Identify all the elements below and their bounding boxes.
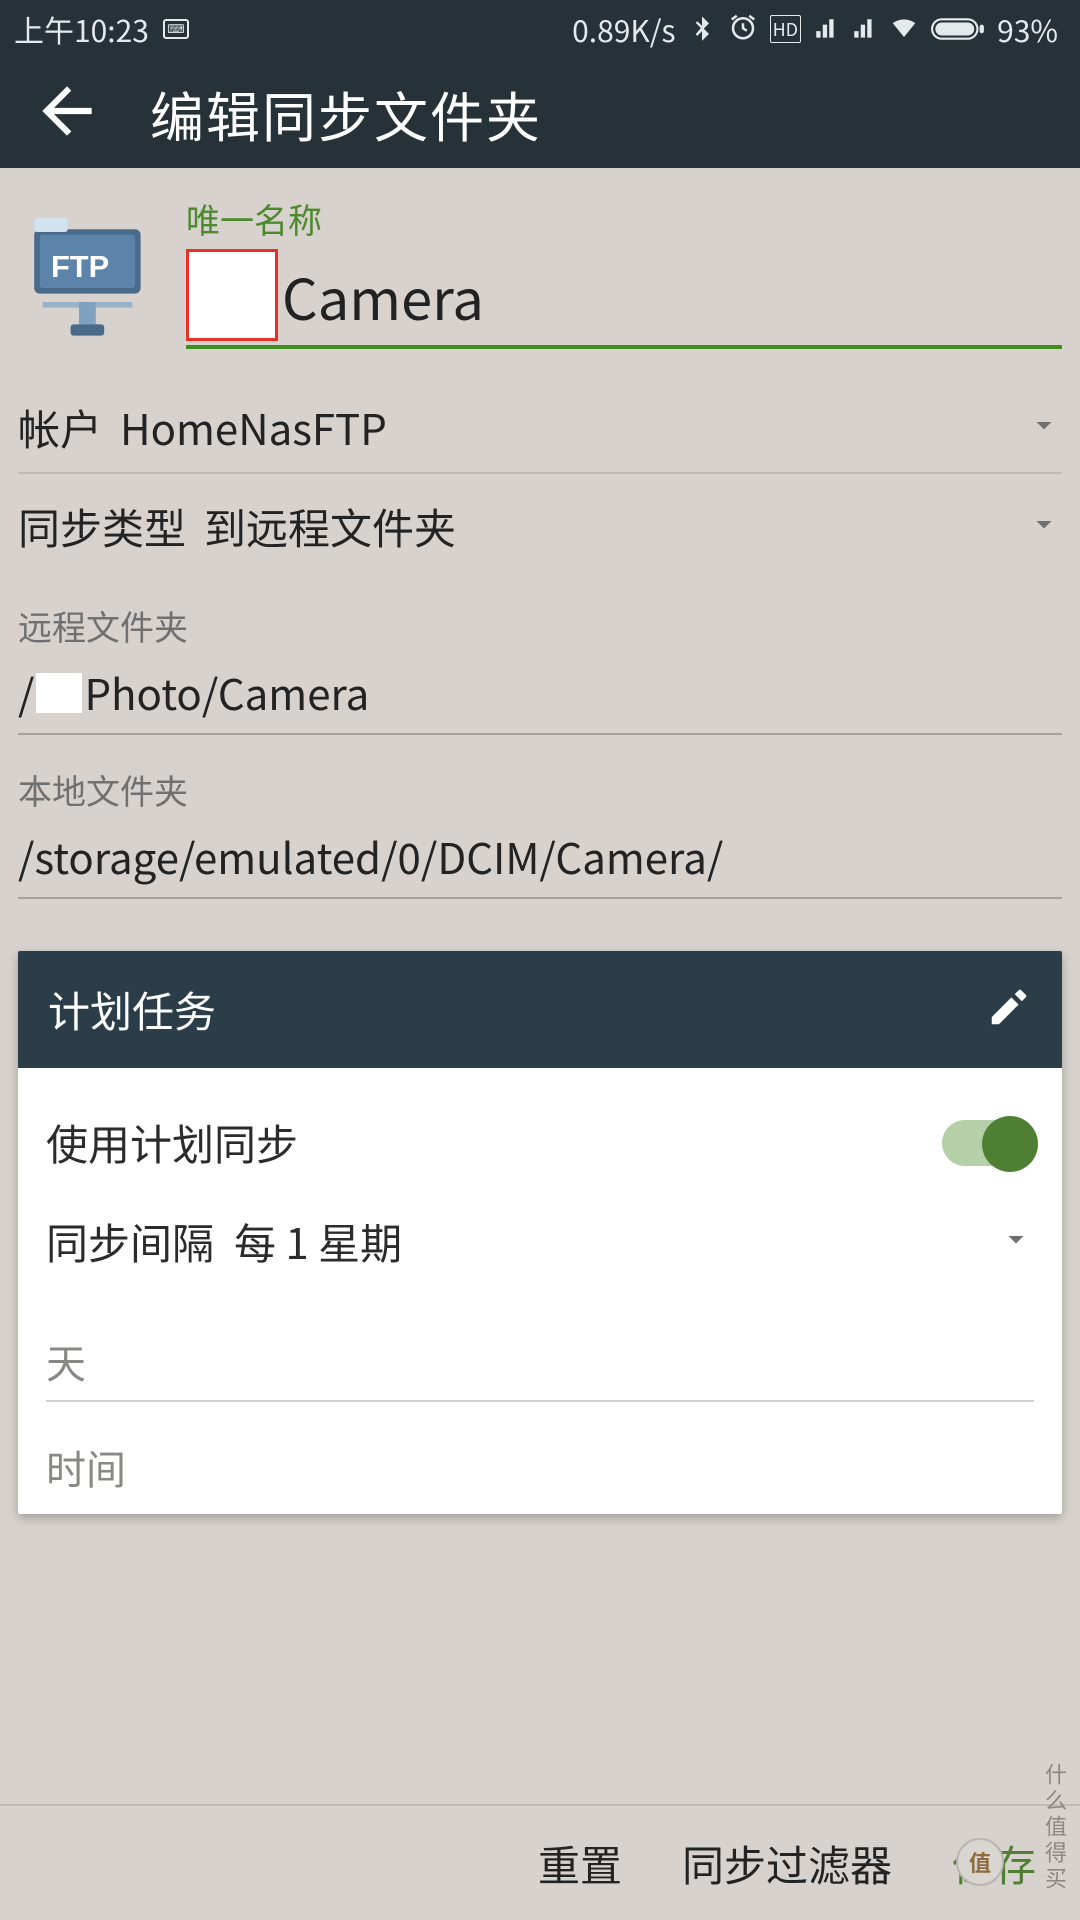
- bluetooth-icon: [688, 7, 716, 51]
- alarm-icon: [728, 7, 758, 51]
- remote-folder-path: Photo/Camera: [84, 662, 369, 723]
- use-schedule-label: 使用计划同步: [46, 1112, 942, 1173]
- schedule-day-field[interactable]: 天: [46, 1296, 1034, 1402]
- status-time: 上午10:23: [14, 7, 149, 51]
- chevron-down-icon: [1026, 506, 1062, 547]
- sync-type-label: 同步类型: [18, 496, 186, 557]
- sync-type-selector[interactable]: 同步类型 到远程文件夹: [18, 474, 1062, 571]
- account-selector[interactable]: 帐户 HomeNasFTP: [18, 375, 1062, 474]
- chevron-down-icon: [1026, 407, 1062, 448]
- local-folder-path: /storage/emulated/0/DCIM/Camera/: [18, 826, 723, 887]
- keyboard-icon: ⌨: [163, 19, 189, 39]
- redacted-box: [186, 249, 278, 341]
- watermark-text: 什么值得买: [1040, 1763, 1072, 1893]
- local-folder-label: 本地文件夹: [18, 765, 1062, 814]
- signal-2-icon: [851, 7, 877, 51]
- signal-1-icon: [813, 7, 839, 51]
- sync-name-value: Camera: [282, 256, 484, 341]
- filter-button[interactable]: 同步过滤器: [682, 1833, 892, 1894]
- page-title: 编辑同步文件夹: [150, 74, 542, 153]
- sync-name-label: 唯一名称: [186, 194, 1062, 243]
- ftp-folder-icon: FTP: [18, 204, 168, 349]
- redacted-box: [36, 673, 82, 713]
- sync-interval-selector[interactable]: 同步间隔 每 1 星期: [46, 1203, 1034, 1296]
- sync-interval-value: 每 1 星期: [234, 1211, 998, 1272]
- remote-folder-label: 远程文件夹: [18, 601, 1062, 650]
- remote-folder-field[interactable]: / Photo/Camera: [18, 650, 1062, 735]
- action-bar: 编辑同步文件夹: [0, 58, 1080, 168]
- bottom-action-bar: 重置 同步过滤器 保存: [0, 1804, 1080, 1920]
- reset-button[interactable]: 重置: [538, 1833, 622, 1894]
- watermark-badge: 值: [956, 1838, 1004, 1886]
- battery-icon: [931, 7, 985, 51]
- schedule-time-field[interactable]: 时间: [46, 1402, 1034, 1506]
- sync-type-value: 到远程文件夹: [204, 496, 1026, 557]
- svg-text:FTP: FTP: [51, 249, 109, 284]
- edit-icon[interactable]: [986, 984, 1032, 1035]
- schedule-card: 计划任务 使用计划同步 同步间隔 每 1 星期 天 时间: [18, 951, 1062, 1514]
- hd-badge: HD: [770, 15, 802, 43]
- schedule-title: 计划任务: [48, 979, 986, 1040]
- use-schedule-toggle[interactable]: [942, 1120, 1034, 1166]
- wifi-icon: [889, 7, 919, 51]
- local-folder-field[interactable]: /storage/emulated/0/DCIM/Camera/: [18, 814, 1062, 899]
- remote-folder-prefix: /: [18, 662, 34, 723]
- back-button[interactable]: [30, 74, 104, 153]
- chevron-down-icon: [998, 1221, 1034, 1262]
- sync-name-field[interactable]: 唯一名称 Camera: [186, 194, 1062, 349]
- account-value: HomeNasFTP: [120, 397, 1026, 458]
- account-label: 帐户: [18, 397, 102, 458]
- sync-interval-label: 同步间隔: [46, 1211, 214, 1272]
- status-bar: 上午10:23 ⌨ 0.89K/s HD 93: [0, 0, 1080, 58]
- use-schedule-row: 使用计划同步: [46, 1098, 1034, 1203]
- status-battery-pct: 93%: [997, 7, 1058, 51]
- status-netspeed: 0.89K/s: [572, 7, 675, 51]
